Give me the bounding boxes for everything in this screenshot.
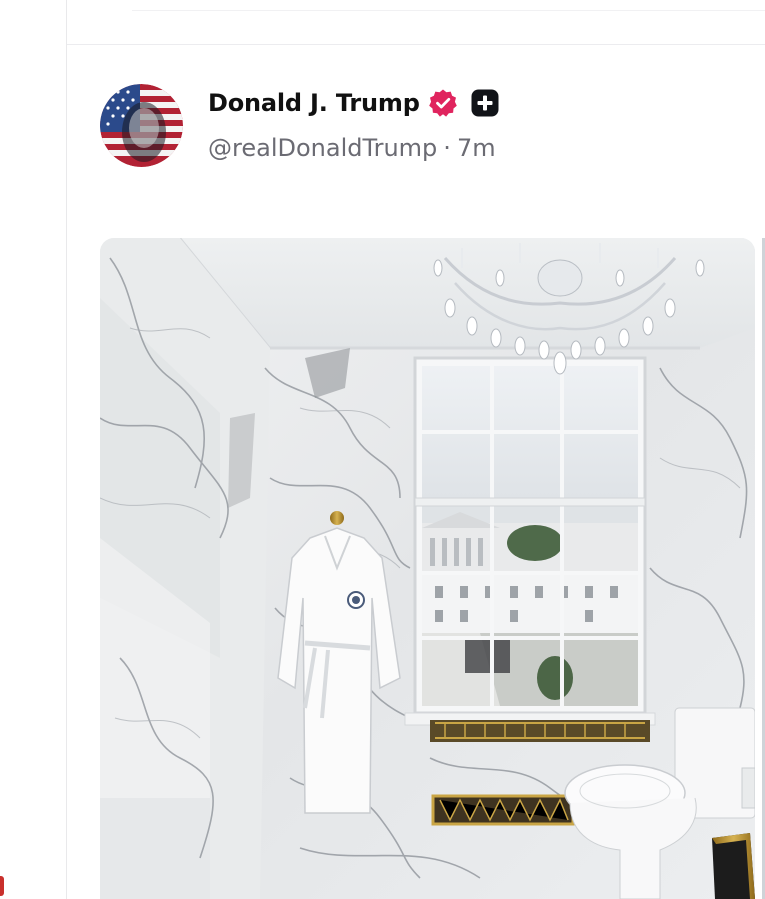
- avatar[interactable]: [100, 84, 183, 167]
- previous-post-edge: [132, 10, 765, 11]
- time-separator: ·: [443, 134, 451, 162]
- author-handle-row: @realDonaldTrump · 7m: [208, 134, 496, 162]
- post-timestamp[interactable]: 7m: [457, 134, 496, 162]
- notification-marker: [0, 876, 4, 896]
- plus-badge-icon: [470, 88, 500, 118]
- author-name-row: Donald J. Trump: [208, 86, 500, 120]
- author-handle[interactable]: @realDonaldTrump: [208, 134, 437, 162]
- left-sidebar-gutter: [0, 0, 67, 899]
- verified-badge-icon: [428, 88, 458, 118]
- post-divider: [67, 44, 765, 45]
- post-media-image[interactable]: [100, 238, 755, 899]
- author-display-name[interactable]: Donald J. Trump: [208, 89, 420, 117]
